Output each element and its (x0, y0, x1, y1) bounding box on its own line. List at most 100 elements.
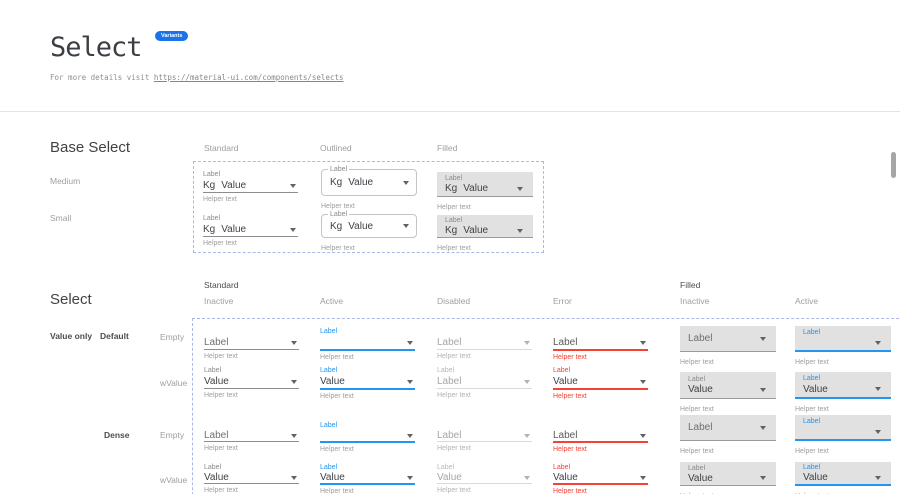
select-standard-error-dense-empty[interactable]: LabelHelper text (553, 430, 648, 454)
select-value-row: Value (803, 383, 883, 395)
caret-down-icon (760, 388, 766, 392)
select-filled-box: LabelValue (680, 372, 776, 399)
select-filled-box: Label (680, 415, 776, 441)
select-value-wrap: Kg Value (445, 225, 488, 236)
caret-down-icon (640, 341, 646, 345)
select-value: Value (463, 225, 488, 236)
select-standard-active-dense-empty[interactable]: LabelHelper text (320, 421, 415, 454)
row-label-empty: Empty (160, 430, 184, 440)
select-outlined-box: LabelKgValue (321, 169, 417, 196)
select-value: Value (463, 183, 488, 194)
select-underline (204, 441, 299, 442)
caret-down-icon (524, 380, 530, 384)
select-value-row (803, 426, 883, 437)
helper-text: Helper text (795, 359, 829, 367)
select-standard-error-default-empty[interactable]: LabelHelper text (553, 336, 648, 362)
select-value-wrap: Value (437, 472, 462, 483)
select-value-row: Label (437, 375, 532, 388)
select-label: Label (688, 375, 768, 384)
select-value-row: Label (204, 336, 299, 349)
select-underline (437, 441, 532, 442)
select-standard-inactive-dense-empty[interactable]: LabelHelper text (204, 430, 299, 453)
select-label: Label (320, 327, 415, 336)
caret-down-icon (407, 434, 413, 438)
select-standard-medium[interactable]: LabelKgValueHelper text (203, 170, 298, 204)
select-value-wrap: Label (437, 376, 461, 387)
select-filled-box: LabelValue (795, 372, 891, 399)
select-standard-active-default-wvalue[interactable]: LabelValueHelper text (320, 366, 415, 401)
helper-text: Helper text (204, 392, 299, 400)
select-value: Value (803, 384, 828, 395)
select-value: Value (553, 472, 578, 483)
select-standard-disabled-dense-wvalue[interactable]: LabelValueHelper text (437, 463, 532, 494)
column-header-standard: Standard (204, 143, 239, 153)
select-label: Label (328, 210, 349, 219)
select-standard-active-dense-wvalue[interactable]: LabelValueHelper text (320, 463, 415, 494)
helper-text: Helper text (437, 204, 471, 212)
select-value: Value (553, 376, 578, 387)
select-standard-disabled-default-wvalue[interactable]: LabelLabelHelper text (437, 366, 532, 400)
select-value-wrap: KgValue (330, 177, 373, 188)
select-value-wrap: Value (553, 472, 578, 483)
caret-down-icon (290, 228, 296, 232)
helper-text: Helper text (203, 196, 298, 204)
row-label-wvalue: wValue (160, 378, 187, 388)
helper-text: Helper text (320, 393, 415, 401)
caret-down-icon (524, 476, 530, 480)
select-underline (437, 388, 532, 389)
select-underline (437, 483, 532, 484)
select-filled-box: Label (795, 326, 891, 352)
select-value: Label (688, 422, 712, 433)
select-standard-disabled-default-empty[interactable]: LabelHelper text (437, 336, 532, 361)
group-header-filled: Filled (680, 280, 700, 290)
select-underline (553, 483, 648, 485)
select-value-wrap: KgValue (203, 180, 246, 191)
caret-down-icon (517, 229, 523, 233)
select-value-row: Value (553, 375, 648, 388)
caret-down-icon (403, 181, 409, 185)
caret-down-icon (524, 341, 530, 345)
select-underline (203, 192, 298, 193)
select-value: Value (348, 177, 373, 188)
caret-down-icon (291, 341, 297, 345)
select-filled-box: Label (680, 326, 776, 352)
select-value-row: Label (688, 333, 768, 345)
select-value-row: Label (553, 430, 648, 441)
select-value: Label (204, 430, 228, 441)
select-value: Value (221, 224, 246, 235)
select-value: Value (320, 376, 345, 387)
row-label-small: Small (50, 213, 71, 223)
select-standard-error-default-wvalue[interactable]: LabelValueHelper text (553, 366, 648, 401)
select-value: Value (348, 221, 373, 232)
caret-down-icon (640, 380, 646, 384)
select-adornment: Kg (445, 225, 457, 236)
helper-text: Helper text (553, 354, 648, 362)
select-spec-page: Select Variants For more details visit h… (0, 0, 900, 494)
select-value-wrap: Label (204, 430, 228, 441)
helper-text: Helper text (680, 406, 714, 414)
caret-down-icon (407, 341, 413, 345)
select-standard-error-dense-wvalue[interactable]: LabelValueHelper text (553, 463, 648, 494)
vertical-scrollbar-thumb[interactable] (891, 152, 896, 178)
select-value-wrap: Value (803, 384, 828, 395)
select-label: Label (553, 366, 648, 375)
select-standard-inactive-default-wvalue[interactable]: LabelValueHelper text (204, 366, 299, 400)
select-adornment: Kg (203, 224, 215, 235)
select-standard-active-default-empty[interactable]: LabelHelper text (320, 327, 415, 362)
select-value-row: Kg Value (445, 225, 525, 236)
select-standard-inactive-default-empty[interactable]: Label Helper text (204, 336, 299, 361)
helper-text: Helper text (204, 353, 299, 361)
select-value-row: Kg Value (203, 223, 298, 236)
select-standard-disabled-dense-empty[interactable]: LabelHelper text (437, 430, 532, 453)
select-standard-small[interactable]: LabelKgValueHelper text (203, 214, 298, 248)
doc-link[interactable]: https://material-ui.com/components/selec… (154, 73, 344, 82)
select-label: Label (328, 165, 349, 174)
caret-down-icon (760, 337, 766, 341)
select-filled-box: LabelValue (795, 462, 891, 486)
select-value-row: Value (688, 473, 768, 484)
caret-down-icon (524, 434, 530, 438)
select-standard-inactive-dense-wvalue[interactable]: LabelValueHelper text (204, 463, 299, 494)
column-header-active: Active (320, 296, 343, 306)
caret-down-icon (640, 476, 646, 480)
column-header-inactive: Inactive (680, 296, 709, 306)
